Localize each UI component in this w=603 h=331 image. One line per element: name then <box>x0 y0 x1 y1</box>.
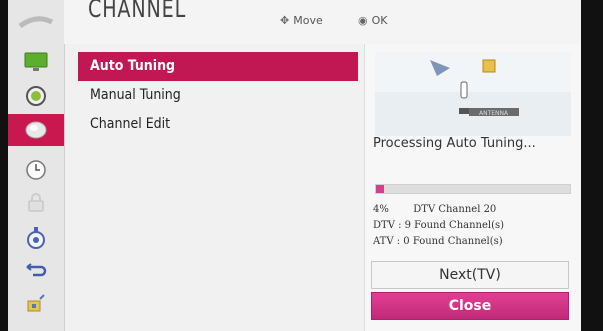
ok-button-icon: ◉ <box>358 14 368 27</box>
picture-icon <box>24 52 48 71</box>
lock-icon <box>28 193 44 212</box>
ok-hint: ◉ OK <box>358 14 387 27</box>
move-hint: ✥ Move <box>280 14 323 27</box>
progress-line: 4% DTV Channel 20 <box>373 204 496 215</box>
menu-item-manual-tuning[interactable]: Manual Tuning <box>78 81 358 110</box>
move-hint-label: Move <box>293 14 323 27</box>
header: CHANNEL ✥ Move ◉ OK <box>8 0 581 44</box>
clock-icon <box>26 160 46 180</box>
remote-icon <box>18 16 54 29</box>
sidebar-item-lock[interactable] <box>8 187 64 219</box>
input-icon <box>26 263 47 277</box>
progress-percent: 4% <box>373 204 389 215</box>
sidebar-item-time[interactable] <box>8 154 64 186</box>
usb-icon <box>27 294 45 312</box>
processing-status: Processing Auto Tuning... <box>373 136 536 151</box>
move-arrows-icon: ✥ <box>280 14 290 27</box>
next-tv-button[interactable]: Next(TV) <box>371 261 569 289</box>
antenna-label: ANTENNA <box>479 110 509 117</box>
ok-hint-label: OK <box>371 14 388 27</box>
sidebar-item-channel[interactable] <box>8 114 64 146</box>
tv-screen: CHANNEL ✥ Move ◉ OK Auto Tuning Manual T… <box>8 0 581 331</box>
menu-item-auto-tuning[interactable]: Auto Tuning <box>78 52 358 81</box>
tuning-progress-bar <box>375 184 571 194</box>
sidebar <box>8 0 65 331</box>
tv-frame: CHANNEL ✥ Move ◉ OK Auto Tuning Manual T… <box>0 0 603 331</box>
current-channel: DTV Channel 20 <box>413 204 497 215</box>
dtv-found: DTV : 9 Found Channel(s) <box>373 220 505 231</box>
close-button[interactable]: Close <box>371 292 569 320</box>
sidebar-item-audio[interactable] <box>8 80 64 112</box>
option-icon <box>27 227 45 249</box>
channel-menu: Auto Tuning Manual Tuning Channel Edit <box>78 52 358 139</box>
sidebar-item-input[interactable] <box>8 255 64 287</box>
sidebar-item-top[interactable] <box>8 0 64 44</box>
antenna-connection-icon: ANTENNA <box>375 52 571 136</box>
progress-fill <box>376 185 384 193</box>
antenna-diagram: ANTENNA <box>375 52 571 136</box>
channel-icon <box>25 121 47 139</box>
audio-icon <box>26 86 46 106</box>
auto-tuning-panel: ANTENNA Processing Auto Tuning... 4% DTV… <box>364 44 581 331</box>
page-title: CHANNEL <box>88 0 187 23</box>
sidebar-item-option[interactable] <box>8 222 64 254</box>
menu-item-channel-edit[interactable]: Channel Edit <box>78 110 358 139</box>
sidebar-item-usb[interactable] <box>8 288 64 320</box>
sidebar-item-picture[interactable] <box>8 46 64 78</box>
atv-found: ATV : 0 Found Channel(s) <box>373 236 503 247</box>
